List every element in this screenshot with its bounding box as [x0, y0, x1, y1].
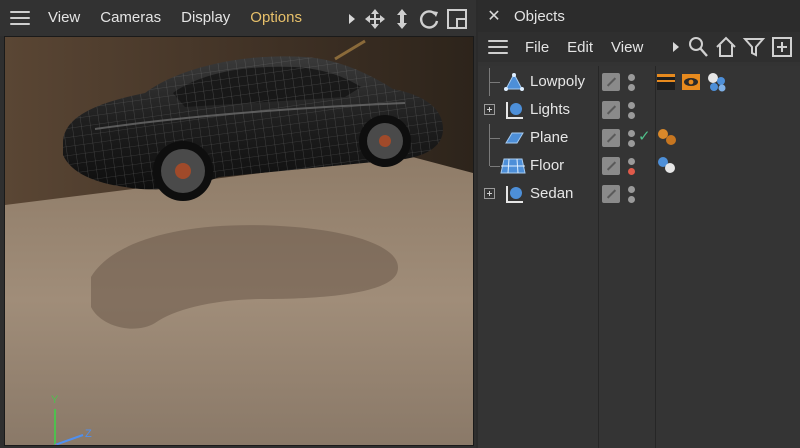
material-tag-icon[interactable] [656, 156, 678, 176]
tree-line [490, 82, 500, 83]
object-row-lowpoly[interactable]: Lowpoly [478, 68, 800, 96]
object-name: Floor [530, 157, 565, 174]
object-row-lights[interactable]: Lights [478, 96, 800, 124]
scene-view[interactable]: Y Z X [4, 36, 474, 446]
layer-toggle-icon[interactable] [602, 129, 620, 147]
tree-line [490, 138, 500, 139]
plane-object-icon [505, 132, 524, 144]
render-visibility-dot[interactable] [628, 112, 635, 119]
clapper-tag-icon[interactable] [656, 72, 676, 92]
object-list[interactable]: Lowpoly Lights Plane ✓ Floor Sedan [478, 66, 800, 448]
tag-list [656, 72, 728, 92]
object-name: Lowpoly [530, 73, 586, 90]
close-icon[interactable]: ✕ [484, 6, 504, 26]
axis-y-label: Y [51, 394, 59, 406]
menu-options[interactable]: Options [240, 0, 312, 36]
editor-visibility-dot[interactable] [628, 74, 635, 81]
object-row-sedan[interactable]: Sedan [478, 180, 800, 208]
expand-toggle-icon[interactable] [484, 188, 495, 199]
axis-gizmo: Y Z X [49, 389, 101, 445]
layer-toggle-icon[interactable] [602, 157, 620, 175]
render-visibility-dot[interactable] [628, 168, 635, 175]
menu-edit[interactable]: Edit [558, 39, 602, 56]
material-tag-icon[interactable] [706, 72, 728, 92]
objects-titlebar: ✕ Objects [478, 0, 800, 32]
toggle-layout-icon[interactable] [446, 8, 468, 30]
floor-object-icon [500, 158, 526, 174]
layer-toggle-icon[interactable] [602, 185, 620, 203]
play-arrow-icon[interactable] [670, 35, 682, 59]
layer-toggle-icon[interactable] [602, 101, 620, 119]
editor-visibility-dot[interactable] [628, 102, 635, 109]
tree-line [490, 166, 500, 167]
home-icon[interactable] [714, 35, 738, 59]
object-name: Lights [530, 101, 571, 118]
expand-toggle-icon[interactable] [484, 104, 495, 115]
viewport-panel: View Cameras Display Options Y Z [0, 0, 476, 448]
layer-toggle-icon[interactable] [602, 73, 620, 91]
editor-visibility-dot[interactable] [628, 158, 635, 165]
filter-icon[interactable] [742, 35, 766, 59]
object-row-plane[interactable]: Plane ✓ [478, 124, 800, 152]
display-tag-icon[interactable] [681, 72, 701, 92]
null-object-icon [506, 102, 523, 119]
editor-visibility-dot[interactable] [628, 186, 635, 193]
object-name: Sedan [530, 185, 574, 202]
object-row-floor[interactable]: Floor [478, 152, 800, 180]
objects-menubar: File Edit View [478, 32, 800, 62]
move-view-icon[interactable] [364, 8, 386, 30]
viewport-tools [346, 8, 468, 30]
dolly-view-icon[interactable] [392, 8, 412, 30]
render-visibility-dot[interactable] [628, 140, 635, 147]
menu-view[interactable]: View [38, 0, 90, 36]
menu-file[interactable]: File [516, 39, 558, 56]
tree-line [489, 152, 490, 166]
tag-list [656, 156, 678, 176]
hamburger-menu-icon[interactable] [10, 11, 30, 25]
new-view-icon[interactable] [770, 35, 794, 59]
hamburger-menu-icon[interactable] [488, 40, 508, 54]
enabled-check-icon[interactable]: ✓ [638, 127, 651, 145]
editor-visibility-dot[interactable] [628, 130, 635, 137]
render-visibility-dot[interactable] [628, 84, 635, 91]
objects-tools [670, 35, 794, 59]
lowpoly-object-icon [504, 72, 524, 91]
panel-title: Objects [514, 7, 565, 25]
null-object-icon [506, 186, 523, 203]
menu-display[interactable]: Display [171, 0, 240, 36]
object-name: Plane [530, 129, 569, 146]
menu-cameras[interactable]: Cameras [90, 0, 171, 36]
tag-list [656, 128, 678, 148]
axis-z-label: Z [85, 428, 92, 440]
material-tag-icon[interactable] [656, 128, 678, 148]
render-image [5, 37, 473, 445]
objects-panel: ✕ Objects File Edit View Lowpoly Lights … [478, 0, 800, 448]
viewport-menubar: View Cameras Display Options [0, 0, 476, 36]
search-icon[interactable] [686, 35, 710, 59]
play-arrow-icon[interactable] [346, 9, 358, 29]
menu-view[interactable]: View [602, 39, 652, 56]
render-visibility-dot[interactable] [628, 196, 635, 203]
rotate-view-icon[interactable] [418, 8, 440, 30]
